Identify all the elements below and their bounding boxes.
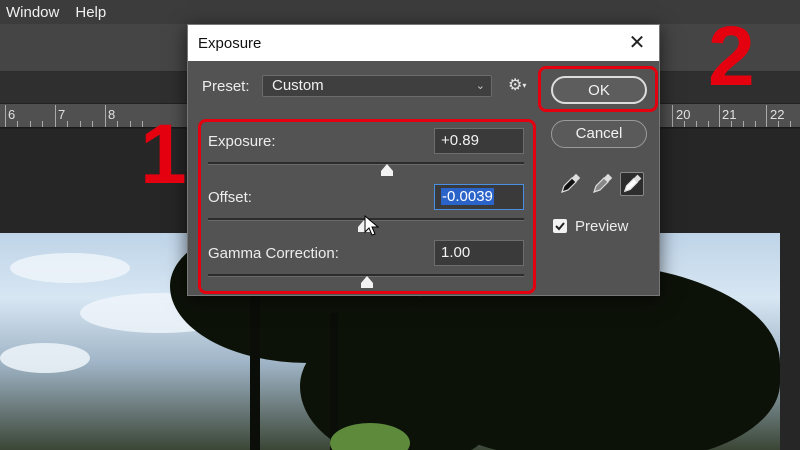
menu-bar: Window Help	[0, 0, 800, 24]
ruler-tick	[731, 121, 732, 127]
ruler-tick	[130, 121, 131, 127]
eyedropper-white-icon[interactable]	[620, 172, 644, 196]
cancel-button[interactable]: Cancel	[551, 120, 647, 148]
photo-trunk	[250, 293, 260, 450]
exposure-dialog: Exposure ✕ Preset: Custom ⌄ ⚙▾ Exposure:…	[187, 24, 660, 296]
ruler-tick	[684, 121, 685, 127]
ruler-tick	[790, 121, 791, 127]
preview-checkbox[interactable]	[553, 219, 567, 233]
ruler-tick	[672, 105, 673, 127]
fields-highlight	[198, 119, 536, 294]
preview-label: Preview	[575, 218, 629, 235]
menu-window[interactable]: Window	[0, 4, 69, 21]
ruler-tick	[17, 121, 18, 127]
ruler-tick	[755, 121, 756, 127]
ruler-tick	[696, 121, 697, 127]
callout-number-one: 1	[140, 107, 187, 201]
ruler-tick	[105, 105, 106, 127]
ruler-tick	[30, 121, 31, 127]
close-icon[interactable]: ✕	[625, 31, 649, 55]
ruler-tick	[55, 105, 56, 127]
ruler-number: 21	[722, 107, 737, 122]
chevron-down-icon: ⌄	[475, 80, 485, 92]
callout-number-two: 2	[708, 9, 755, 103]
gear-icon[interactable]: ⚙▾	[508, 77, 530, 95]
ruler-tick	[5, 105, 6, 127]
photo-cloud	[0, 343, 90, 373]
ruler-tick	[92, 121, 93, 127]
ruler-tick	[80, 121, 81, 127]
ruler-tick	[778, 121, 779, 127]
ruler-number: 22	[770, 107, 785, 122]
ok-highlight	[538, 66, 658, 112]
photo-cloud	[10, 253, 130, 283]
eyedropper-black-icon[interactable]	[558, 172, 582, 196]
ruler-number: 20	[676, 107, 691, 122]
preset-label: Preset:	[202, 78, 250, 95]
photo-trunk	[330, 313, 338, 450]
ruler-tick	[67, 121, 68, 127]
ruler-number: 8	[108, 107, 116, 122]
ruler-tick	[743, 121, 744, 127]
ruler-tick	[708, 121, 709, 127]
ruler-tick	[766, 105, 767, 127]
menu-help[interactable]: Help	[69, 4, 116, 21]
ruler-tick	[719, 105, 720, 127]
checkmark-icon	[555, 222, 565, 231]
ruler-tick	[117, 121, 118, 127]
ruler-number: 6	[8, 107, 16, 122]
ruler-number: 7	[58, 107, 66, 122]
eyedropper-gray-icon[interactable]	[590, 172, 614, 196]
dialog-title: Exposure	[198, 34, 262, 52]
ruler-tick	[42, 121, 43, 127]
dialog-titlebar: Exposure	[188, 25, 659, 61]
preset-dropdown[interactable]: Custom ⌄	[262, 75, 492, 97]
preset-value: Custom	[272, 77, 324, 94]
